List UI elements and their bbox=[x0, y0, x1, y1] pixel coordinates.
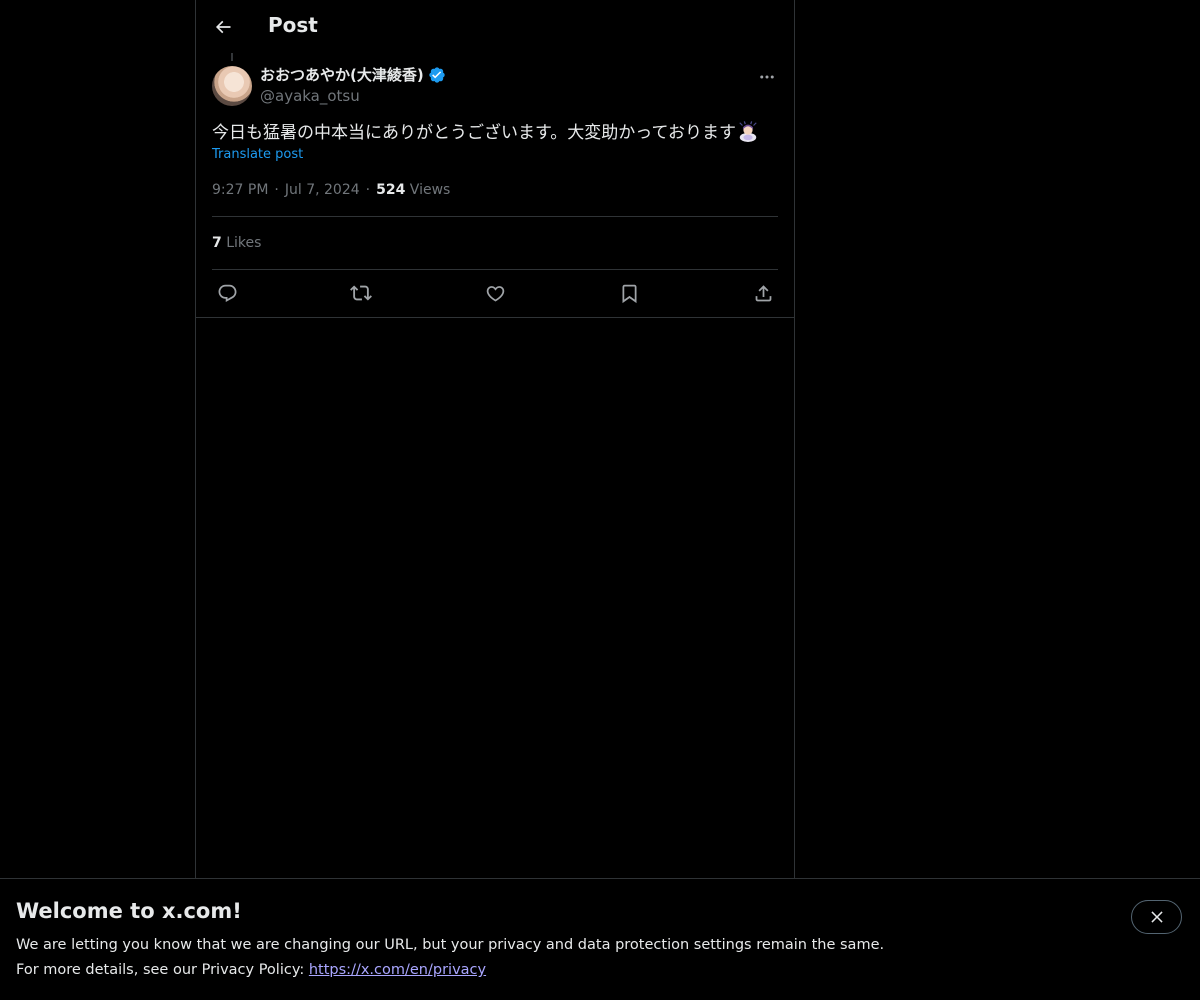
meta-separator: · bbox=[274, 182, 279, 198]
tweet-text: 今日も猛暑の中本当にありがとうございます。大変助かっております bbox=[212, 120, 778, 144]
display-name-row: おおつあやか(大津綾香) bbox=[260, 64, 446, 85]
banner-privacy-prefix: For more details, see our Privacy Policy… bbox=[16, 962, 309, 978]
views-label: Views bbox=[409, 182, 451, 198]
divider bbox=[212, 269, 778, 270]
display-name[interactable]: おおつあやか(大津綾香) bbox=[260, 64, 424, 85]
likes-count: 7 bbox=[212, 235, 222, 251]
divider bbox=[212, 216, 778, 217]
page-title: Post bbox=[268, 13, 318, 37]
share-icon bbox=[755, 284, 771, 301]
back-button[interactable] bbox=[208, 12, 238, 42]
banner-close-button[interactable] bbox=[1131, 900, 1182, 934]
arrow-left-icon bbox=[215, 20, 231, 34]
share-button[interactable] bbox=[748, 281, 778, 305]
privacy-policy-link[interactable]: https://x.com/en/privacy bbox=[309, 962, 486, 978]
more-horizontal-icon bbox=[760, 75, 774, 79]
like-button[interactable] bbox=[480, 281, 510, 305]
avatar[interactable] bbox=[212, 66, 252, 106]
translate-post-link[interactable]: Translate post bbox=[212, 147, 303, 162]
reply-icon bbox=[218, 284, 236, 302]
user-handle[interactable]: @ayaka_otsu bbox=[260, 87, 446, 105]
like-icon bbox=[486, 285, 504, 302]
close-icon bbox=[1150, 911, 1163, 923]
person-bowing-emoji-icon bbox=[739, 121, 757, 142]
banner-title: Welcome to x.com! bbox=[16, 899, 242, 923]
tweet-date[interactable]: Jul 7, 2024 bbox=[285, 182, 360, 198]
repost-button[interactable] bbox=[346, 281, 376, 305]
page-header: Post bbox=[196, 0, 794, 53]
reply-button[interactable] bbox=[212, 281, 242, 305]
verified-badge-icon bbox=[429, 66, 445, 83]
repost-icon bbox=[350, 285, 372, 301]
tweet-meta: 9:27 PM · Jul 7, 2024 · 524 Views bbox=[212, 182, 450, 198]
banner-message: We are letting you know that we are chan… bbox=[16, 937, 885, 953]
views-count: 524 bbox=[376, 182, 406, 198]
banner-privacy-line: For more details, see our Privacy Policy… bbox=[16, 962, 486, 978]
tweet-time[interactable]: 9:27 PM bbox=[212, 182, 268, 198]
tweet-text-content: 今日も猛暑の中本当にありがとうございます。大変助かっております bbox=[212, 123, 736, 143]
user-info: おおつあやか(大津綾香) @ayaka_otsu bbox=[260, 64, 446, 105]
bookmark-button[interactable] bbox=[614, 281, 644, 305]
meta-separator: · bbox=[365, 182, 371, 198]
tweet-actions bbox=[212, 281, 778, 305]
url-change-banner: Welcome to x.com! We are letting you kno… bbox=[0, 878, 1200, 1000]
page: Post おおつあやか(大津綾香) @ayaka_otsu 今日も猛暑の中本当に… bbox=[0, 0, 1200, 1000]
bookmark-icon bbox=[622, 284, 636, 303]
tweet-bottom-border bbox=[196, 317, 794, 318]
thread-line bbox=[231, 53, 233, 61]
more-options-button[interactable] bbox=[756, 66, 778, 88]
likes-label: Likes bbox=[226, 235, 262, 251]
likes-summary[interactable]: 7 Likes bbox=[212, 235, 261, 251]
main-column: Post おおつあやか(大津綾香) @ayaka_otsu 今日も猛暑の中本当に… bbox=[195, 0, 795, 1000]
